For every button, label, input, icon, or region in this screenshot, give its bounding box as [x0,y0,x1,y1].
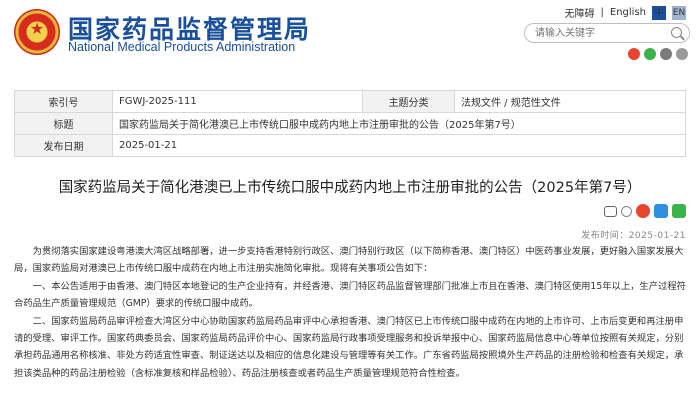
paragraph: 二、国家药监局药品审评检查大湾区分中心协助国家药监局药品审评中心承担香港、澳门特… [14,315,684,379]
paragraph: 一、本公告适用于由香港、澳门特区本地登记的生产企业持有，并经香港、澳门特区药品监… [14,280,686,310]
paragraph: 为贯彻落实国家建设粤港澳大湾区战略部署，进一步支持香港特别行政区、澳门特别行政区… [14,246,684,275]
share-icon[interactable] [621,205,632,217]
article-body: 为贯彻落实国家建设粤港澳大湾区战略部署，进一步支持香港特别行政区、澳门特别行政区… [14,243,686,382]
search-icon[interactable] [671,27,682,38]
mobile-icon[interactable] [660,48,672,60]
search-box [524,23,690,43]
qq-share-icon[interactable] [654,204,668,218]
search-input[interactable] [535,24,675,42]
publish-time: 发布时间：2025-01-21 [581,231,686,241]
printer-icon[interactable] [604,205,617,217]
national-emblem-icon[interactable]: ★ [14,9,60,55]
share-icon[interactable] [676,48,688,60]
weibo-share-icon[interactable] [636,204,650,218]
date-label: 发布日期 [14,134,113,157]
article-headline: 国家药监局关于简化港澳已上市传统口服中成药内地上市注册审批的公告（2025年第7… [58,180,642,196]
title-value: 国家药监局关于简化港澳已上市传统口服中成药内地上市注册审批的公告（2025年第7… [112,112,686,135]
article-tools [604,204,686,218]
wechat-icon[interactable] [644,48,656,60]
title-label: 标题 [14,112,113,135]
date-value: 2025-01-21 [112,134,686,157]
table-row: 标题 国家药监局关于简化港澳已上市传统口服中成药内地上市注册审批的公告（2025… [14,112,686,135]
topic-label: 主题分类 [362,90,455,113]
social-icons [628,48,688,60]
weibo-icon[interactable] [628,48,640,60]
lang-en-button[interactable]: EN [672,5,686,20]
english-link[interactable]: English [610,7,646,18]
site-title-en[interactable]: National Medical Products Administration [68,40,295,54]
index-value: FGWJ-2025-111 [112,90,363,113]
wechat-share-icon[interactable] [672,204,686,218]
top-links: 无障碍 | English 中 EN [565,5,686,20]
table-row: 发布日期 2025-01-21 [14,134,686,157]
topic-value: 法规文件 / 规范性文件 [454,90,686,113]
link-divider: | [600,7,604,18]
site-header: ★ 国家药品监督管理局 National Medical Products Ad… [0,0,700,70]
index-label: 索引号 [14,90,113,113]
accessibility-link[interactable]: 无障碍 [565,5,595,20]
document-info-table: 索引号 FGWJ-2025-111 主题分类 法规文件 / 规范性文件 标题 国… [14,90,686,157]
lang-zh-button[interactable]: 中 [652,5,666,20]
table-row: 索引号 FGWJ-2025-111 主题分类 法规文件 / 规范性文件 [14,90,686,113]
